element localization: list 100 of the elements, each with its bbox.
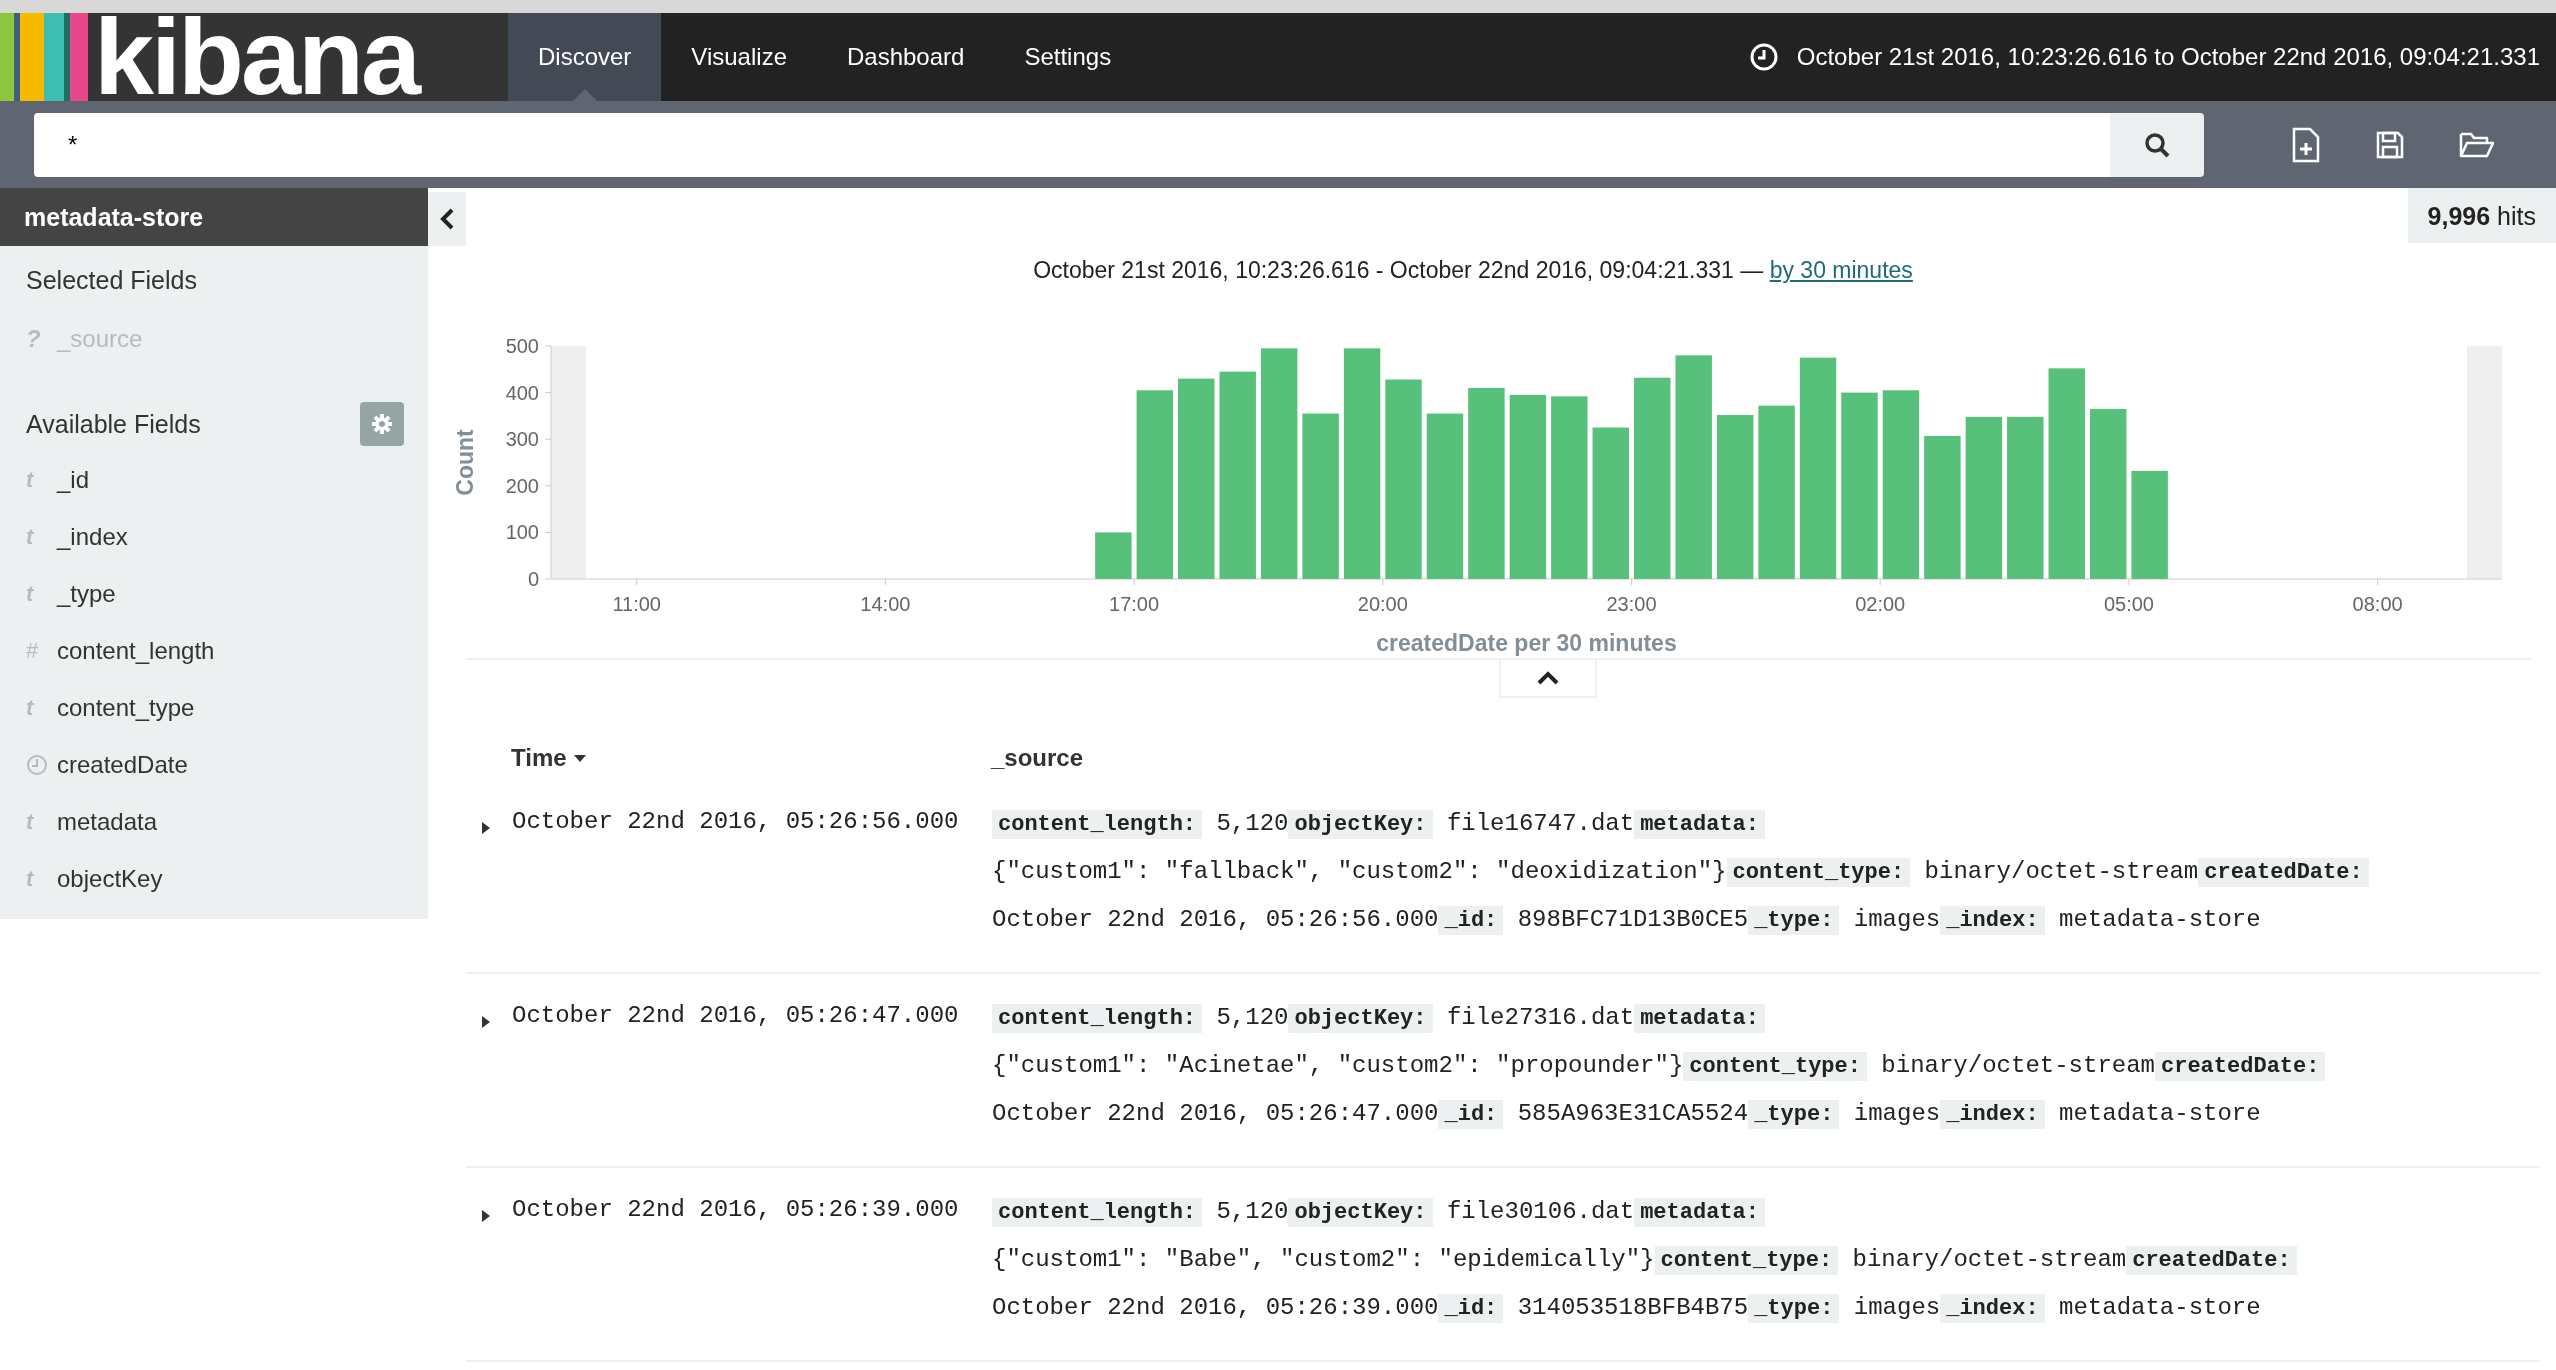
- x-tick-label: 14:00: [860, 593, 911, 615]
- collapse-chart-button[interactable]: [1499, 660, 1597, 698]
- field-key: content_type:: [1683, 1052, 1867, 1081]
- histogram-bar[interactable]: [1385, 379, 1422, 579]
- histogram-bar[interactable]: [1219, 371, 1256, 579]
- field-value: October 22nd 2016, 05:26:39.000: [992, 1294, 1439, 1321]
- histogram-bar[interactable]: [1509, 394, 1547, 579]
- field-name[interactable]: objectKey: [57, 864, 163, 893]
- histogram-bar[interactable]: [2048, 368, 2085, 579]
- x-tick-label: 11:00: [612, 593, 661, 615]
- histogram-bar[interactable]: [1468, 387, 1505, 579]
- histogram-bar[interactable]: [1302, 413, 1339, 579]
- y-tick-label: 100: [505, 521, 539, 544]
- histogram-bar[interactable]: [2090, 408, 2127, 579]
- histogram-bar[interactable]: [1965, 416, 2003, 579]
- column-header[interactable]: Time: [511, 744, 567, 772]
- histogram-bar[interactable]: [1634, 377, 1671, 579]
- time-range[interactable]: October 21st 2016, 10:23:26.616 to October 22nd 2016, 09:04:21.331: [1796, 43, 2540, 71]
- nav-tab[interactable]: Discover: [508, 13, 662, 101]
- histogram-range: October 21st 2016, 10:23:26.616 - October 22nd 2016, 09:04:21.331 — by 30 minutes: [1032, 257, 1914, 284]
- field-name[interactable]: _index: [57, 522, 128, 551]
- field-value: images: [1853, 906, 1941, 933]
- collapse-sidebar-button[interactable]: [428, 192, 466, 246]
- field-value: 5,120: [1216, 810, 1289, 837]
- histogram-bar[interactable]: [1882, 390, 1920, 579]
- field-key: _index:: [1940, 1100, 2045, 1129]
- histogram-bar[interactable]: [1343, 348, 1381, 579]
- field-key: content_length:: [992, 810, 1203, 839]
- time-cell-text: October 22nd 2016, 05:26:47.000: [512, 1001, 960, 1031]
- field-value: images: [1853, 1100, 1941, 1127]
- open-folder-icon[interactable]: [2459, 130, 2495, 159]
- x-tick-label: 02:00: [1855, 593, 1906, 615]
- x-tick-label: 08:00: [2352, 593, 2403, 615]
- field-value: binary/octet-stream: [1924, 858, 2199, 885]
- search-icon: [2143, 130, 2171, 159]
- search-button[interactable]: [2110, 112, 2204, 177]
- nav-tab[interactable]: Dashboard: [817, 13, 995, 101]
- histogram-bar[interactable]: [1426, 413, 1464, 579]
- histogram-bar[interactable]: [1799, 357, 1837, 579]
- field-name[interactable]: _id: [57, 465, 90, 494]
- field-key: _index:: [1940, 906, 2045, 935]
- histogram-bar[interactable]: [1758, 405, 1795, 579]
- settings-button[interactable]: [360, 402, 404, 446]
- field-value: October 22nd 2016, 05:26:47.000: [992, 1100, 1439, 1127]
- y-tick-label: 0: [527, 568, 539, 590]
- field-key: createdDate:: [2198, 858, 2369, 887]
- x-tick-label: 20:00: [1357, 593, 1408, 615]
- section-heading: Available Fields: [26, 409, 201, 439]
- field-type-icon: t: [26, 865, 57, 892]
- field-key: content_length:: [992, 1198, 1203, 1227]
- field-key: objectKey:: [1288, 810, 1433, 839]
- field-name[interactable]: content_length: [57, 636, 215, 665]
- field-name[interactable]: createdDate: [57, 750, 188, 779]
- histogram-bar[interactable]: [1592, 427, 1629, 579]
- field-value: 5,120: [1216, 1004, 1289, 1031]
- interval-link[interactable]: by 30 minutes: [1769, 257, 1913, 283]
- histogram-bar[interactable]: [2131, 470, 2168, 579]
- histogram-bar[interactable]: [1136, 390, 1174, 579]
- field-value: file30106.dat: [1446, 1198, 1635, 1225]
- field-type-icon: #: [26, 637, 57, 664]
- histogram-bar[interactable]: [1675, 355, 1712, 579]
- field-value: 5,120: [1216, 1198, 1289, 1225]
- histogram-bar[interactable]: [1551, 396, 1588, 579]
- histogram-bar[interactable]: [1716, 414, 1754, 579]
- x-tick-label: 17:00: [1109, 593, 1160, 615]
- expand-caret-icon[interactable]: [480, 820, 492, 836]
- histogram-bar[interactable]: [1924, 435, 1961, 579]
- column-header[interactable]: _source: [991, 744, 1084, 772]
- time-cell-text: October 22nd 2016, 05:26:56.000: [512, 807, 960, 837]
- field-name[interactable]: metadata: [57, 807, 158, 836]
- nav-tab[interactable]: Settings: [994, 13, 1142, 101]
- save-icon[interactable]: [2375, 129, 2405, 160]
- field-name[interactable]: _type: [57, 579, 116, 608]
- hits-count: 9,996 hits: [2407, 188, 2556, 243]
- histogram-bar[interactable]: [1841, 392, 1878, 579]
- new-document-icon[interactable]: [2291, 126, 2321, 163]
- histogram-bar[interactable]: [1095, 532, 1132, 579]
- search-field[interactable]: *: [34, 112, 2110, 177]
- x-tick-label: 05:00: [2103, 593, 2154, 615]
- expand-caret-icon[interactable]: [480, 1208, 492, 1224]
- sort-caret-icon[interactable]: [572, 753, 587, 763]
- field-value: October 22nd 2016, 05:26:56.000: [992, 906, 1439, 933]
- nav-tab[interactable]: Visualize: [661, 13, 817, 101]
- field-type-icon: t: [26, 580, 57, 607]
- histogram-bar[interactable]: [2007, 416, 2044, 579]
- field-name[interactable]: content_type: [57, 693, 195, 722]
- field-value: 314053518BFB4B75: [1517, 1294, 1749, 1321]
- field-key: objectKey:: [1288, 1198, 1433, 1227]
- y-tick-label: 300: [505, 428, 539, 451]
- clock-icon[interactable]: [1748, 42, 1779, 72]
- histogram-bar[interactable]: [1260, 348, 1298, 579]
- histogram-bar[interactable]: [1178, 378, 1215, 579]
- y-tick-label: 400: [505, 381, 539, 404]
- index-pattern-title[interactable]: metadata-store: [0, 188, 428, 246]
- expand-caret-icon[interactable]: [480, 1014, 492, 1030]
- field-key: metadata:: [1634, 1004, 1765, 1033]
- field-key: _id:: [1438, 1294, 1504, 1323]
- field-key: metadata:: [1634, 1198, 1765, 1227]
- field-value: binary/octet-stream: [1881, 1052, 2155, 1079]
- field-value: metadata-store: [2059, 1294, 2261, 1321]
